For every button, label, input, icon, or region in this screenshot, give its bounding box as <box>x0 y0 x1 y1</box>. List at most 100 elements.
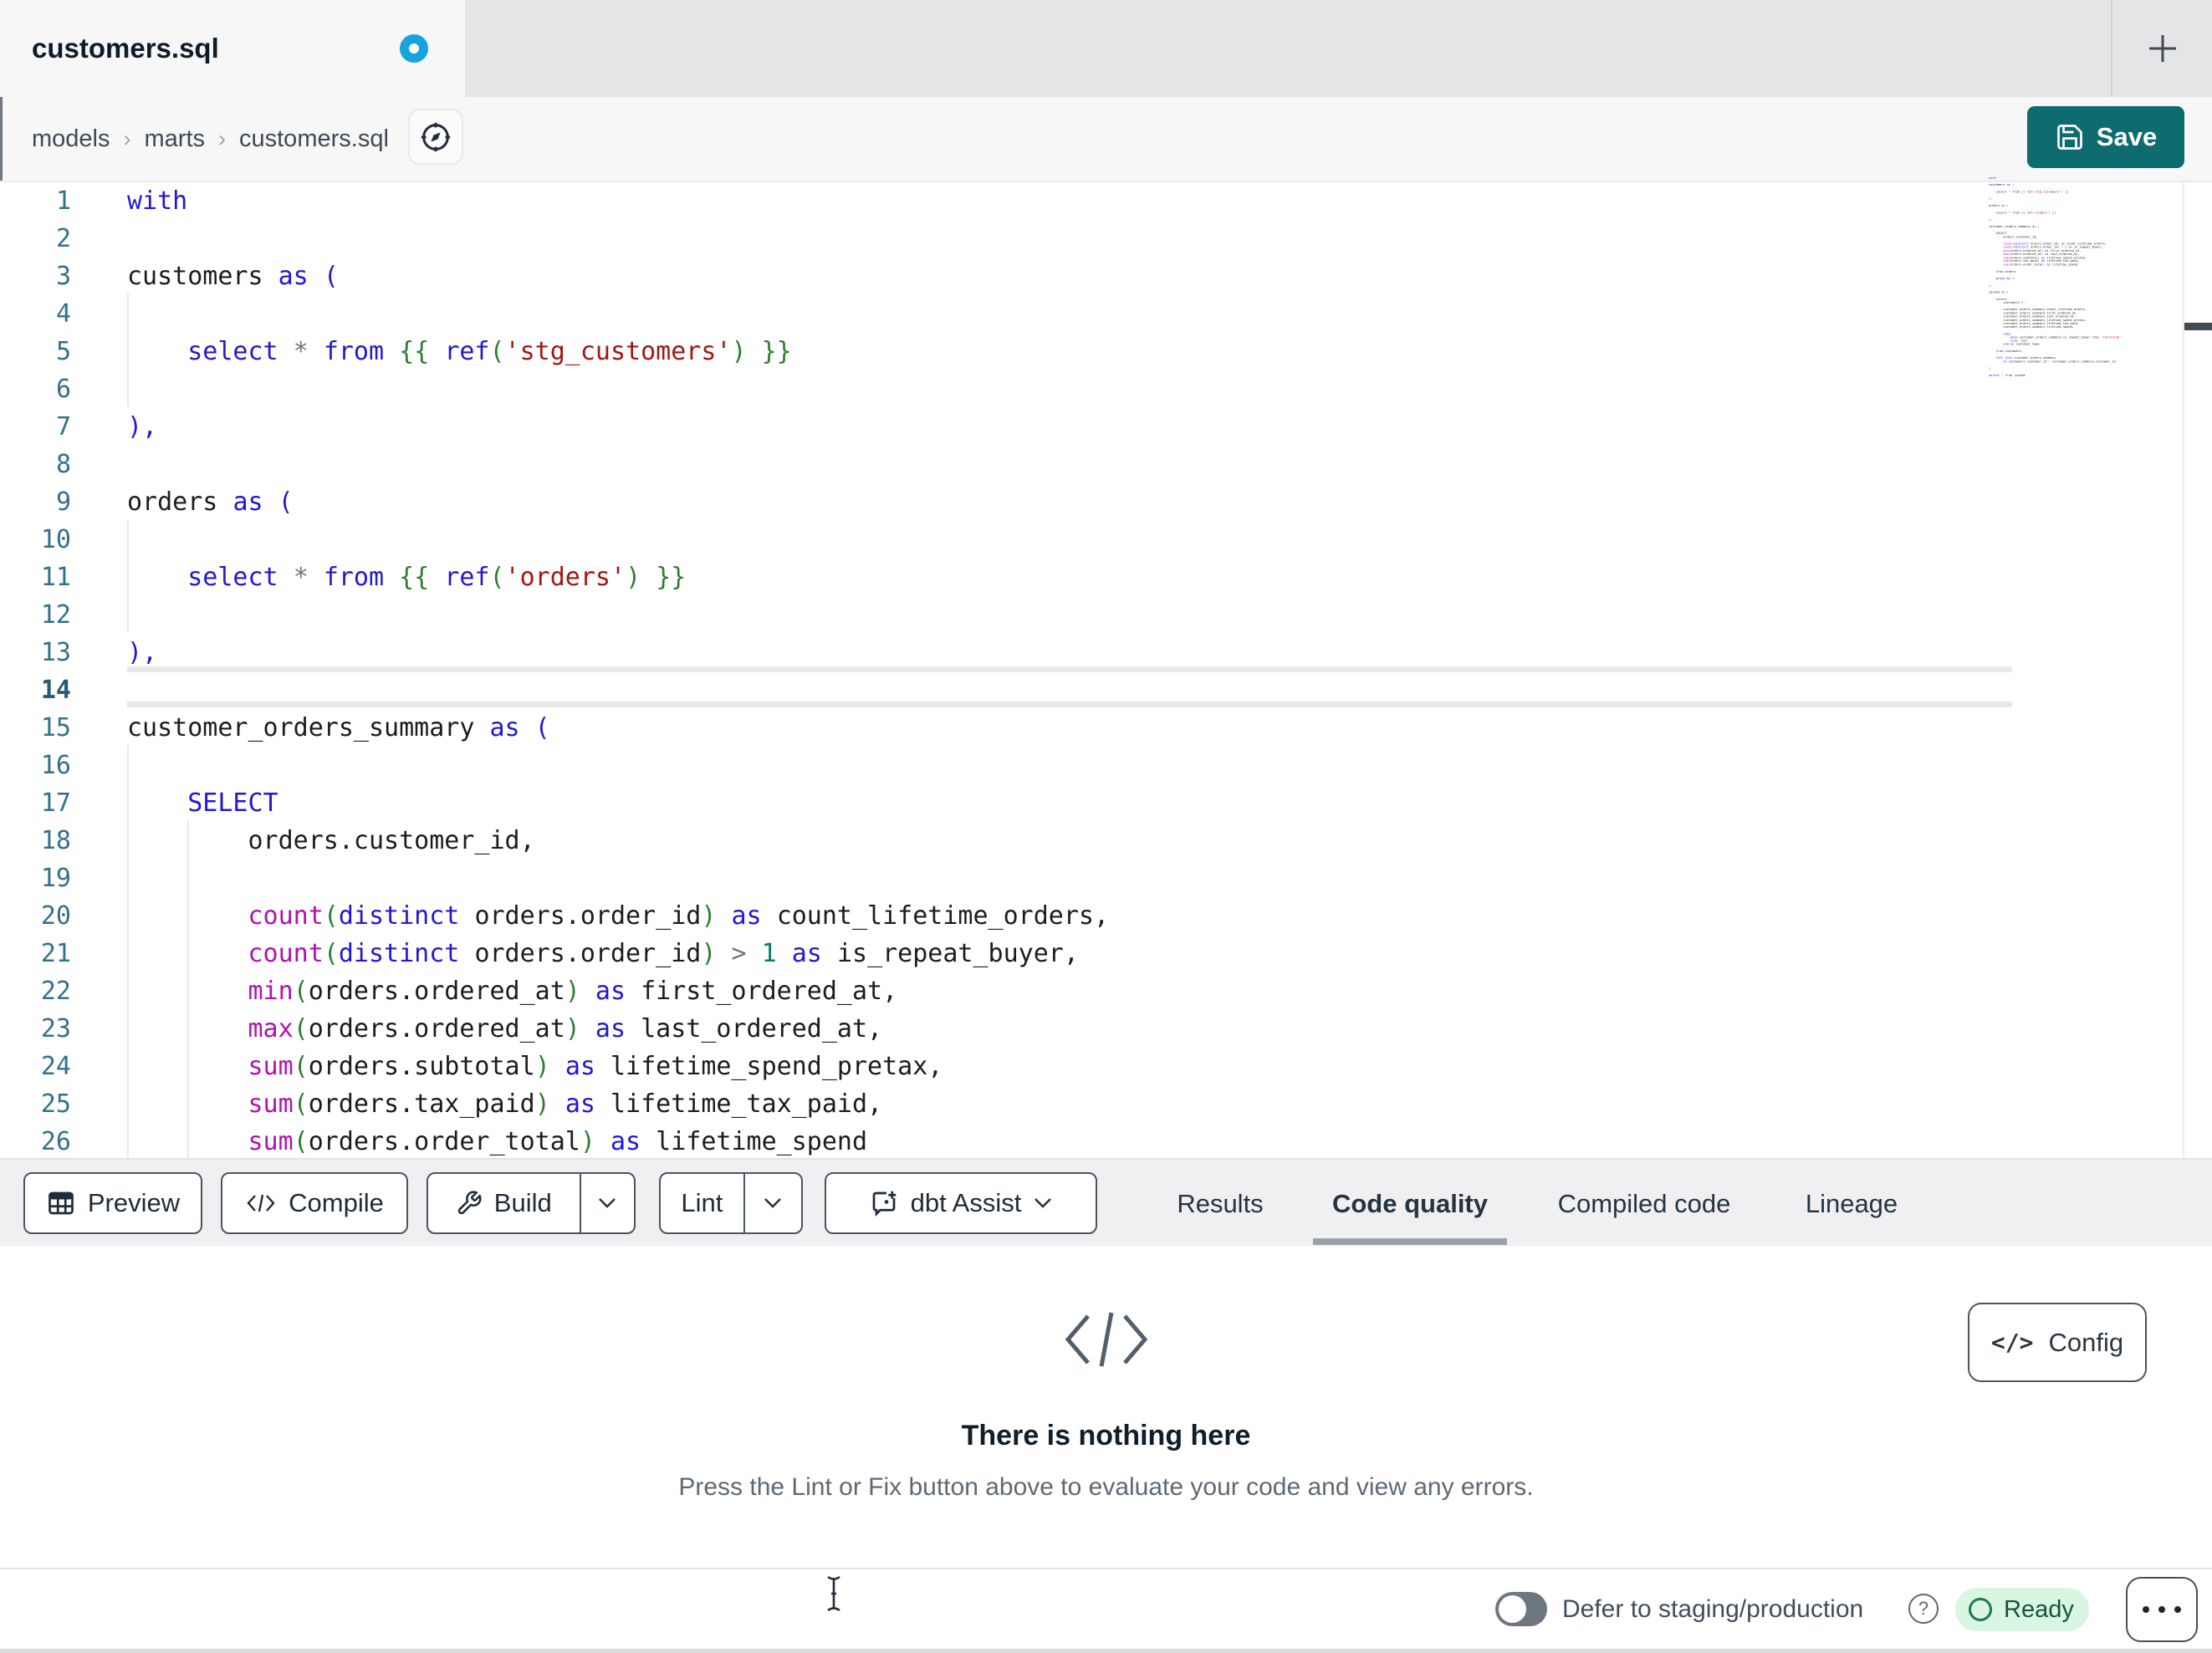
code-line-10[interactable]: 10 <box>0 521 2212 559</box>
code-line-11[interactable]: 11 select * from {{ ref('orders') }} <box>0 559 2212 596</box>
wrench-icon <box>457 1191 482 1215</box>
code-quality-panel: </> Config There is nothing here Press t… <box>0 1246 2212 1568</box>
code-line-17[interactable]: 17 SELECT <box>0 784 2212 822</box>
breadcrumb-marts[interactable]: marts <box>145 125 206 153</box>
breadcrumb-models[interactable]: models <box>32 125 110 153</box>
line-content <box>71 596 127 634</box>
code-line-1[interactable]: 1 with <box>0 182 2212 220</box>
code-line-6[interactable]: 6 <box>0 370 2212 408</box>
code-line-26[interactable]: 26 sum(orders.order_total) as lifetime_s… <box>0 1123 2212 1158</box>
breadcrumb-file[interactable]: customers.sql <box>239 125 389 153</box>
dbt-assist-button[interactable]: dbt Assist <box>825 1172 1097 1234</box>
active-line-highlight <box>127 666 2012 707</box>
explore-docs-button[interactable] <box>408 109 463 165</box>
line-number: 4 <box>55 299 71 329</box>
assist-chat-sparkle-icon <box>872 1191 896 1217</box>
indent-guide <box>127 519 129 632</box>
active-tab-underline <box>1313 1238 1507 1245</box>
tab-title: customers.sql <box>32 33 219 64</box>
table-icon <box>49 1191 74 1215</box>
breadcrumb-separator: › <box>123 125 131 151</box>
line-content: sum(orders.order_total) as lifetime_spen… <box>248 1127 868 1156</box>
preview-button[interactable]: Preview <box>23 1172 202 1234</box>
code-editor[interactable]: 1 with 2 3 customers as ( 4 5 select * from {{… <box>0 182 2212 1158</box>
line-number: 9 <box>55 487 71 517</box>
defer-toggle[interactable] <box>1495 1592 1547 1626</box>
build-main[interactable]: Build <box>428 1188 580 1218</box>
code-line-8[interactable]: 8 <box>0 446 2212 483</box>
tab-compiled-code[interactable]: Compiled code <box>1544 1160 1745 1247</box>
build-split-button[interactable]: Build <box>427 1172 636 1234</box>
code-line-5[interactable]: 5 select * from {{ ref('stg_customers') … <box>0 333 2212 370</box>
tab-results-label: Results <box>1177 1188 1264 1218</box>
code-line-23[interactable]: 23 max(orders.ordered_at) as last_ordere… <box>0 1010 2212 1048</box>
status-badge: Ready <box>1955 1588 2089 1631</box>
code-line-25[interactable]: 25 sum(orders.tax_paid) as lifetime_tax_… <box>0 1085 2212 1123</box>
code-line-12[interactable]: 12 <box>0 596 2212 634</box>
indent-guide <box>187 820 189 1158</box>
code-line-2[interactable]: 2 <box>0 220 2212 258</box>
chevron-down-icon <box>599 1198 616 1208</box>
line-number: 26 <box>40 1127 71 1156</box>
code-line-9[interactable]: 9 orders as ( <box>0 483 2212 521</box>
help-icon[interactable]: ? <box>1908 1594 1939 1624</box>
line-content <box>71 370 127 408</box>
save-button[interactable]: Save <box>2027 106 2184 168</box>
line-content: with <box>127 186 188 216</box>
code-line-21[interactable]: 21 count(distinct orders.order_id) > 1 a… <box>0 935 2212 972</box>
dot <box>2174 1606 2181 1613</box>
window-edge <box>0 97 3 181</box>
code-line-15[interactable]: 15 customer_orders_summary as ( <box>0 709 2212 747</box>
line-content: count(distinct orders.order_id) as count… <box>248 901 1110 931</box>
code-line-7[interactable]: 7), <box>0 408 2212 446</box>
editor-toolbar: Preview Compile Build Lint dbt Assist Re… <box>0 1158 2212 1246</box>
line-number: 12 <box>40 600 71 630</box>
code-line-24[interactable]: 24 sum(orders.subtotal) as lifetime_spen… <box>0 1048 2212 1085</box>
minimap-content: with customers as ( select * from {{ ref(… <box>1989 176 2188 377</box>
line-number: 11 <box>40 563 71 592</box>
tab-lineage[interactable]: Lineage <box>1795 1160 1908 1247</box>
code-line-19[interactable]: 19 <box>0 860 2212 897</box>
line-number: 14 <box>40 676 71 705</box>
tab-results[interactable]: Results <box>1169 1160 1271 1247</box>
empty-state-title: There is nothing here <box>961 1420 1251 1451</box>
code-line-22[interactable]: 22 min(orders.ordered_at) as first_order… <box>0 972 2212 1010</box>
code-line-16[interactable]: 16 <box>0 747 2212 784</box>
line-number: 10 <box>40 525 71 554</box>
lint-split-button[interactable]: Lint <box>659 1172 803 1234</box>
tab-code-quality[interactable]: Code quality <box>1313 1160 1507 1247</box>
line-content <box>71 446 127 483</box>
tab-code-quality-label: Code quality <box>1331 1188 1488 1218</box>
line-number: 8 <box>55 450 71 479</box>
tab-compiled-code-label: Compiled code <box>1557 1188 1731 1218</box>
code-line-3[interactable]: 3 customers as ( <box>0 258 2212 295</box>
code-line-20[interactable]: 20 count(distinct orders.order_id) as co… <box>0 897 2212 935</box>
new-tab-button[interactable] <box>2112 0 2212 97</box>
line-number: 24 <box>40 1052 71 1081</box>
minimap[interactable]: with customers as ( select * from {{ ref(… <box>1989 176 2189 385</box>
chevron-down-icon <box>1034 1198 1052 1208</box>
line-content <box>71 295 127 333</box>
code-line-4[interactable]: 4 <box>0 295 2212 333</box>
line-content: customers as ( <box>127 262 339 291</box>
line-number: 6 <box>55 375 71 404</box>
dot <box>2158 1606 2165 1613</box>
line-number: 3 <box>55 262 71 291</box>
build-dropdown[interactable] <box>581 1197 634 1209</box>
editor-scrollbar-thumb[interactable] <box>2184 323 2212 330</box>
indent-guide <box>127 745 129 1158</box>
line-content: sum(orders.tax_paid) as lifetime_tax_pai… <box>248 1089 883 1119</box>
lint-label[interactable]: Lint <box>661 1188 743 1218</box>
line-number: 21 <box>40 939 71 968</box>
build-label: Build <box>493 1188 552 1217</box>
lint-dropdown[interactable] <box>745 1197 801 1209</box>
compile-button[interactable]: Compile <box>221 1172 408 1234</box>
minimap-line: select * from joined <box>1989 373 2026 377</box>
code-line-18[interactable]: 18 orders.customer_id, <box>0 822 2212 860</box>
more-options-button[interactable] <box>2126 1577 2198 1642</box>
tab-lineage-label: Lineage <box>1805 1188 1898 1218</box>
tab-customers-sql[interactable]: customers.sql <box>0 0 465 97</box>
line-number: 7 <box>55 412 71 441</box>
empty-state-code-icon <box>0 1304 2212 1379</box>
line-content <box>71 220 127 258</box>
